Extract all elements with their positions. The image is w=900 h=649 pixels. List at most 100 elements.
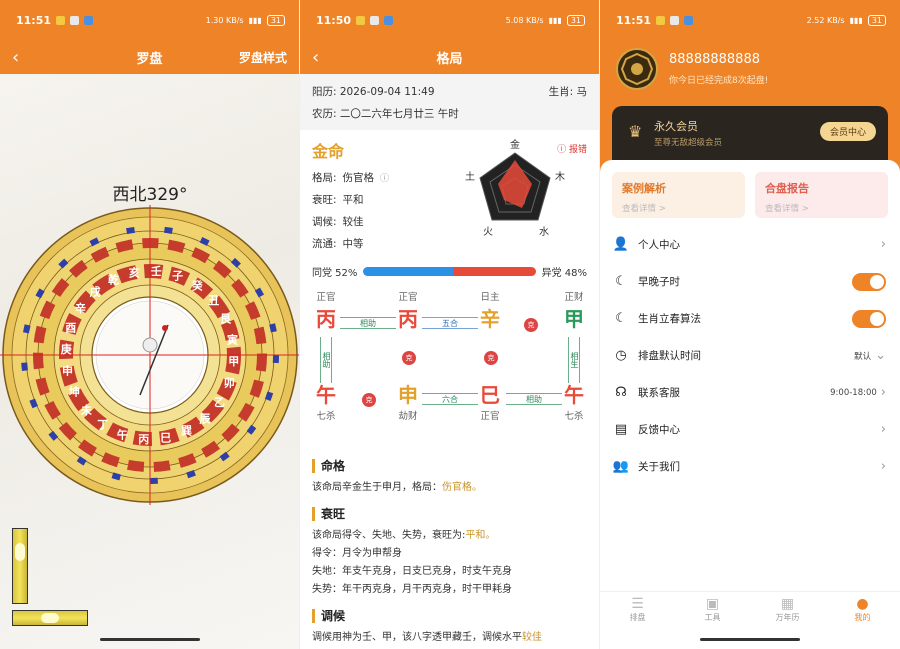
ring-char: 亥	[129, 266, 140, 280]
app-icon	[56, 15, 66, 25]
app-icon	[656, 15, 666, 25]
app-icon	[370, 15, 380, 25]
network-speed: 5.08 KB/s	[505, 15, 544, 25]
relation-liuhe: 六合	[422, 393, 478, 405]
menu-customer-service[interactable]: ☊ 联系客服 9:00-18:00 ›	[600, 374, 900, 411]
party-bar: 同党 52% 异党 48%	[312, 264, 587, 279]
status-time: 11:50	[316, 13, 352, 27]
radar-label: 木	[555, 171, 565, 183]
vertical-level	[12, 528, 28, 604]
app-icon	[384, 15, 394, 25]
mingge-text: 该命局辛金生于申月，格局：伤官格。	[312, 482, 482, 493]
ring-char: 戌	[90, 284, 101, 298]
ring-char: 申	[62, 364, 73, 378]
compat-report-card[interactable]: 合盘报告 查看详情 >	[755, 172, 888, 218]
list-icon: ☰	[631, 596, 644, 612]
chevron-right-icon: ›	[880, 385, 886, 400]
ring-char: 卯	[224, 376, 235, 390]
app-icon	[70, 15, 80, 25]
ring-char: 癸	[191, 279, 204, 293]
ring-char: 巽	[181, 425, 192, 438]
status-time: 11:51	[616, 13, 652, 27]
menu-default-time[interactable]: ◷ 排盘默认时间 默认 ⌄	[600, 337, 900, 374]
ke-badge: 克	[362, 393, 376, 407]
zodiac: 生肖: 马	[548, 85, 587, 98]
relation-xiangsheng: 相生	[568, 337, 580, 383]
status-bar: 11:50 5.08 KB/s ▮▮▮ 31	[300, 0, 599, 40]
ring-char: 酉	[65, 321, 76, 334]
headset-icon: ☊	[615, 385, 627, 400]
compass-style-button[interactable]: 罗盘样式	[239, 49, 287, 66]
ring-char: 寅	[227, 332, 238, 346]
app-icon	[84, 15, 94, 25]
tab-tools[interactable]: ▣ 工具	[675, 592, 750, 631]
menu-early-late-zi[interactable]: ☾ 早晚子时	[600, 263, 900, 300]
radar-label: 金	[510, 138, 520, 151]
lunar-date: 农历: 二〇二六年七月廿三 午时	[312, 107, 459, 120]
ring-char: 午	[117, 427, 128, 441]
ring-char: 艮	[220, 312, 232, 326]
person-icon: ●	[856, 596, 869, 612]
status-bar: 11:51 1.30 KB/s ▮▮▮ 31	[0, 0, 299, 40]
tiaohou-text: 调候用神为壬、甲，该八字透甲藏壬，调候水平较佳	[312, 632, 542, 643]
chevron-right-icon: ›	[880, 237, 886, 252]
ring-char: 乾	[108, 272, 119, 286]
signal-icon: ▮▮▮	[849, 15, 863, 25]
signal-icon: ▮▮▮	[248, 15, 262, 25]
radar-label: 水	[539, 226, 549, 238]
home-indicator	[700, 638, 800, 641]
early-late-zi-toggle[interactable]	[852, 272, 886, 291]
profile-screen: 11:51 2.52 KB/s ▮▮▮ 31 88888888888 你今日已经完成…	[600, 0, 900, 649]
status-bar: 11:51 2.52 KB/s ▮▮▮ 31	[600, 0, 900, 40]
home-indicator	[100, 638, 200, 641]
ring-char: 子	[172, 270, 183, 283]
user-subtitle: 你今日已经完成8次起盘!	[669, 76, 769, 86]
battery: 31	[266, 14, 285, 26]
tab-paipan[interactable]: ☰ 排盘	[600, 592, 675, 631]
section-shuaiwang: 衰旺	[312, 507, 587, 521]
menu-about[interactable]: 👥 关于我们 ›	[600, 448, 900, 485]
ke-badge: 克	[484, 351, 498, 365]
battery: 31	[566, 14, 585, 26]
radar-label: 火	[483, 226, 493, 238]
five-element-radar: 金 土 木 火 水	[465, 138, 565, 238]
tab-mine[interactable]: ● 我的	[825, 592, 900, 631]
compass-header: 11:51 1.30 KB/s ▮▮▮ 31 ‹ 罗盘 罗盘样式	[0, 0, 299, 74]
page-title: 格局	[436, 51, 463, 67]
ring-char: 丑	[208, 294, 219, 307]
help-icon[interactable]: ⓘ	[380, 171, 389, 184]
chevron-down-icon: ⌄	[875, 348, 886, 363]
ring-char: 坤	[69, 385, 80, 399]
section-mingge: 命格	[312, 459, 587, 473]
ring-char: 辰	[199, 413, 211, 426]
relation-wuhe: 五合	[422, 317, 478, 329]
compass-dial[interactable]: 乾亥壬子癸丑艮寅甲卯乙辰巽巳丙午丁未坤申庚酉辛戌	[0, 205, 300, 505]
zodiac-lichun-toggle[interactable]	[852, 309, 886, 328]
app-icon	[356, 15, 366, 25]
status-time: 11:51	[16, 13, 52, 27]
chevron-left-icon[interactable]: ‹	[312, 47, 332, 68]
shuaiwang-text: 该命局得令、失地、失势，衰旺为:平和。 得令：月令为申帮身 失地：年支午克身，日…	[312, 530, 512, 595]
chevron-right-icon: ›	[880, 459, 886, 474]
tab-calendar[interactable]: ▦ 万年历	[750, 592, 825, 631]
avatar[interactable]	[616, 48, 658, 90]
user-phone: 88888888888	[669, 52, 760, 67]
vip-title: 永久会员	[654, 120, 698, 133]
relation-xiangzhu: 相助	[340, 317, 396, 329]
ring-char: 巳	[160, 432, 171, 445]
chevron-left-icon[interactable]: ‹	[12, 47, 32, 68]
menu-zodiac-lichun[interactable]: ☾ 生肖立春算法	[600, 300, 900, 337]
bottom-tabbar: ☰ 排盘 ▣ 工具 ▦ 万年历 ● 我的	[600, 591, 900, 631]
member-center-button[interactable]: 会员中心	[819, 122, 876, 141]
relation-xiangzhu-vertical: 相助	[320, 337, 332, 383]
ring-char: 庚	[61, 342, 72, 356]
network-speed: 1.30 KB/s	[205, 15, 244, 25]
menu-personal-center[interactable]: 👤 个人中心 ›	[600, 226, 900, 263]
case-analysis-card[interactable]: 案例解析 查看详情 >	[612, 172, 745, 218]
person-icon: 👤	[612, 237, 630, 252]
battery: 31	[867, 14, 886, 26]
solar-date: 阳历: 2026-09-04 11:49	[312, 85, 435, 98]
menu-feedback[interactable]: ▤ 反馈中心 ›	[600, 411, 900, 448]
ring-char: 未	[80, 403, 93, 417]
profile-content: 案例解析 查看详情 > 合盘报告 查看详情 > 👤 个人中心 › ☾ 早晚子时 ☾ 生肖立春…	[600, 160, 900, 649]
